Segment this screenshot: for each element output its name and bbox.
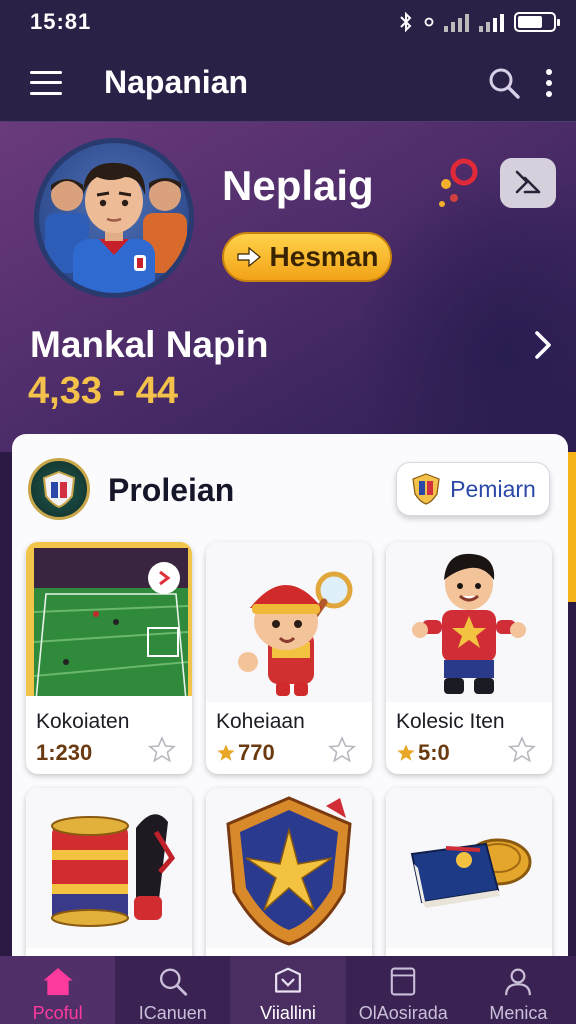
search-icon[interactable] [484,63,524,103]
profile-name: Neplaig [222,162,374,209]
app-bar: Napanian [0,44,576,122]
book-coin-image [386,788,552,948]
status-bar: 15:81 [0,0,576,44]
app-title: Napanian [104,64,249,100]
wifi-signal-icon [479,12,504,32]
nav-item-profile[interactable]: Pcoful [0,956,116,1024]
chevron-right-icon[interactable] [526,328,560,362]
shield-icon [275,967,301,993]
shield-crest-icon [412,473,440,505]
item-tile[interactable]: Kokoiaten 1:230 [26,542,192,774]
nav-label: Viiallini [260,1003,316,1023]
favorite-star-icon[interactable] [508,736,536,764]
item-label: Koheiaan [216,710,305,733]
search-icon [159,968,187,996]
avatar-players-image [45,162,187,293]
card-icon [390,967,416,996]
collection-panel: Proleian Pemiarn Kokoiaten 1:230 Koheiaa… [12,434,568,1020]
item-value: 5:0 [396,740,450,766]
balloons-decoration-icon [439,158,478,207]
shield-emblem-image [206,788,372,948]
alarm-icon [424,17,434,27]
nav-item-cards[interactable]: OlAosirada [346,956,461,1024]
arrow-right-icon [236,246,261,268]
avatar[interactable] [34,138,194,298]
nav-item-shield[interactable]: Viiallini [230,956,346,1024]
bottom-navigation: Pcoful ICanuen Viiallini OlAosirada Meni… [0,956,576,1024]
favorite-star-icon[interactable] [148,736,176,764]
more-vertical-icon[interactable] [546,68,552,97]
item-value: 1:230 [36,740,93,765]
bluetooth-icon [400,11,412,33]
hesman-button[interactable]: Hesman [222,232,392,282]
nav-item-account[interactable]: Menica [461,956,576,1024]
drum-horn-image [26,788,192,948]
nav-label: OlAosirada [358,1003,448,1023]
battery-icon [514,12,560,32]
section-title: Mankal Napin [30,324,269,365]
share-icon [515,170,541,194]
stadium-image [26,542,192,702]
nav-label: ICanuen [138,1003,207,1023]
home-icon [43,967,73,996]
player-character-image [386,542,552,702]
item-label: Kokoiaten [36,710,130,733]
panel-title: Proleian [108,472,235,508]
premium-button[interactable]: Pemiarn [396,462,550,516]
hesman-button-label: Hesman [269,241,379,272]
menu-icon[interactable] [30,70,62,95]
item-label: Kolesic Iten [396,710,505,733]
favorite-star-icon[interactable] [328,736,356,764]
mascot-magnifier-image [206,542,372,702]
item-tile[interactable]: Koheiaan 770 [206,542,372,774]
premium-button-label: Pemiarn [450,475,536,502]
nav-label: Menica [489,1003,548,1023]
item-value: 770 [216,740,275,766]
person-icon [505,968,532,996]
star-rating-icon [217,744,235,761]
profile-hero: Neplaig Hesman Mankal Napin 4,33 - 44 [0,122,576,452]
status-icons [398,11,560,33]
star-rating-icon [397,744,415,761]
club-emblem-icon [28,458,90,520]
item-tile[interactable]: Kolesic Iten 5:0 [386,542,552,774]
score-value: 4,33 - 44 [28,370,178,412]
status-time: 15:81 [30,9,92,34]
nav-label: Pcoful [32,1003,83,1023]
share-button[interactable] [500,158,556,208]
cell-signal-icon [444,12,469,32]
nav-item-search[interactable]: ICanuen [115,956,230,1024]
